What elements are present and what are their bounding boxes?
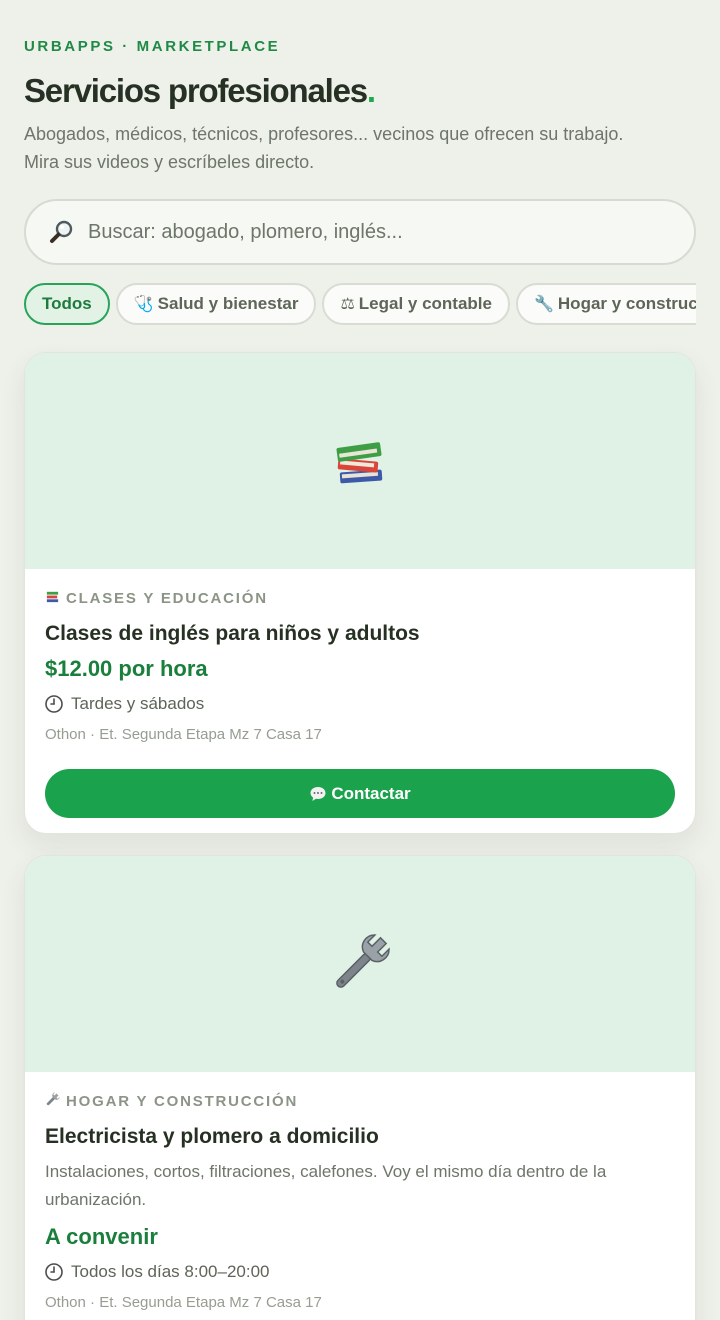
page-subtitle: Abogados, médicos, técnicos, profesores.… [24,120,696,176]
service-description: Instalaciones, cortos, filtraciones, cal… [45,1162,607,1209]
filter-chip-hogar[interactable]: 🔧Hogar y construcción [515,283,696,325]
clock-icon [45,695,63,713]
service-schedule: Tardes y sábados [45,694,675,714]
filter-chip-todos[interactable]: Todos [24,283,110,325]
filter-chip-salud[interactable]: 🩺 Salud y bienestar [115,283,317,325]
service-schedule-text: Todos los días 8:00–20:00 [71,1262,270,1281]
wrench-icon [336,934,390,988]
filter-chip-legal[interactable]: ⚖ Legal y contable [322,283,510,325]
service-title: Electricista y plomero a domicilio [45,1125,379,1148]
filter-chip-label: Todos [42,294,92,313]
service-category-label: CLASES Y EDUCACIÓN [66,589,268,607]
page-subtitle-line2: Mira sus videos y escríbeles directo. [24,152,315,172]
magnifier-icon [50,220,73,243]
contact-button-label: Contactar [331,783,411,803]
service-schedule-text: Tardes y sábados [71,694,205,713]
search-bar[interactable] [24,199,696,265]
filter-chip-label: Legal y contable [358,294,492,313]
page-subtitle-line1: Abogados, médicos, técnicos, profesores.… [24,124,624,144]
clock-icon [45,1263,63,1281]
service-location: Othon · Et. Segunda Etapa Mz 7 Casa 17 [45,1294,322,1311]
category-filters: Todos 🩺 Salud y bienestar ⚖ Legal y contable… [24,283,696,325]
app-eyebrow: URBAPPS · MARKETPLACE [24,38,281,55]
service-category: CLASES Y EDUCACIÓN [45,589,675,607]
search-input[interactable] [88,220,648,244]
filter-chip-label: Hogar y construcción [557,294,696,313]
speech-bubble-icon [310,786,326,801]
page-title: Servicios profesionales. [24,72,376,110]
service-category-label: HOGAR Y CONSTRUCCIÓN [66,1092,299,1110]
marketplace-page: URBAPPS · MARKETPLACE Servicios profesio… [0,0,720,1320]
contact-button[interactable]: Contactar [45,769,675,818]
service-card-body: CLASES Y EDUCACIÓN Clases de inglés para… [25,569,695,818]
filter-chip-label: Salud y bienestar [157,294,299,313]
service-location: Othon · Et. Segunda Etapa Mz 7 Casa 17 [45,726,322,743]
service-price: A convenir [45,1224,158,1249]
service-title: Clases de inglés para niños y adultos [45,622,420,645]
books-icon [336,442,383,484]
service-price: $12.00 por hora [45,656,208,681]
stethoscope-icon: 🩺 [133,296,154,313]
wrench-icon: 🔧 [533,296,554,313]
page-title-dot: . [366,72,376,109]
service-card-image [25,856,695,1072]
service-schedule: Todos los días 8:00–20:00 [45,1262,675,1282]
scales-icon: ⚖ [340,296,355,313]
service-card[interactable]: CLASES Y EDUCACIÓN Clases de inglés para… [24,352,696,834]
page-title-text: Servicios profesionales [24,72,368,109]
wrench-icon [45,1091,60,1111]
service-card-image [25,353,695,569]
service-category: HOGAR Y CONSTRUCCIÓN [45,1091,675,1111]
books-icon [45,589,60,608]
service-card[interactable]: HOGAR Y CONSTRUCCIÓN Electricista y plom… [24,855,696,1320]
service-card-body: HOGAR Y CONSTRUCCIÓN Electricista y plom… [25,1072,695,1311]
